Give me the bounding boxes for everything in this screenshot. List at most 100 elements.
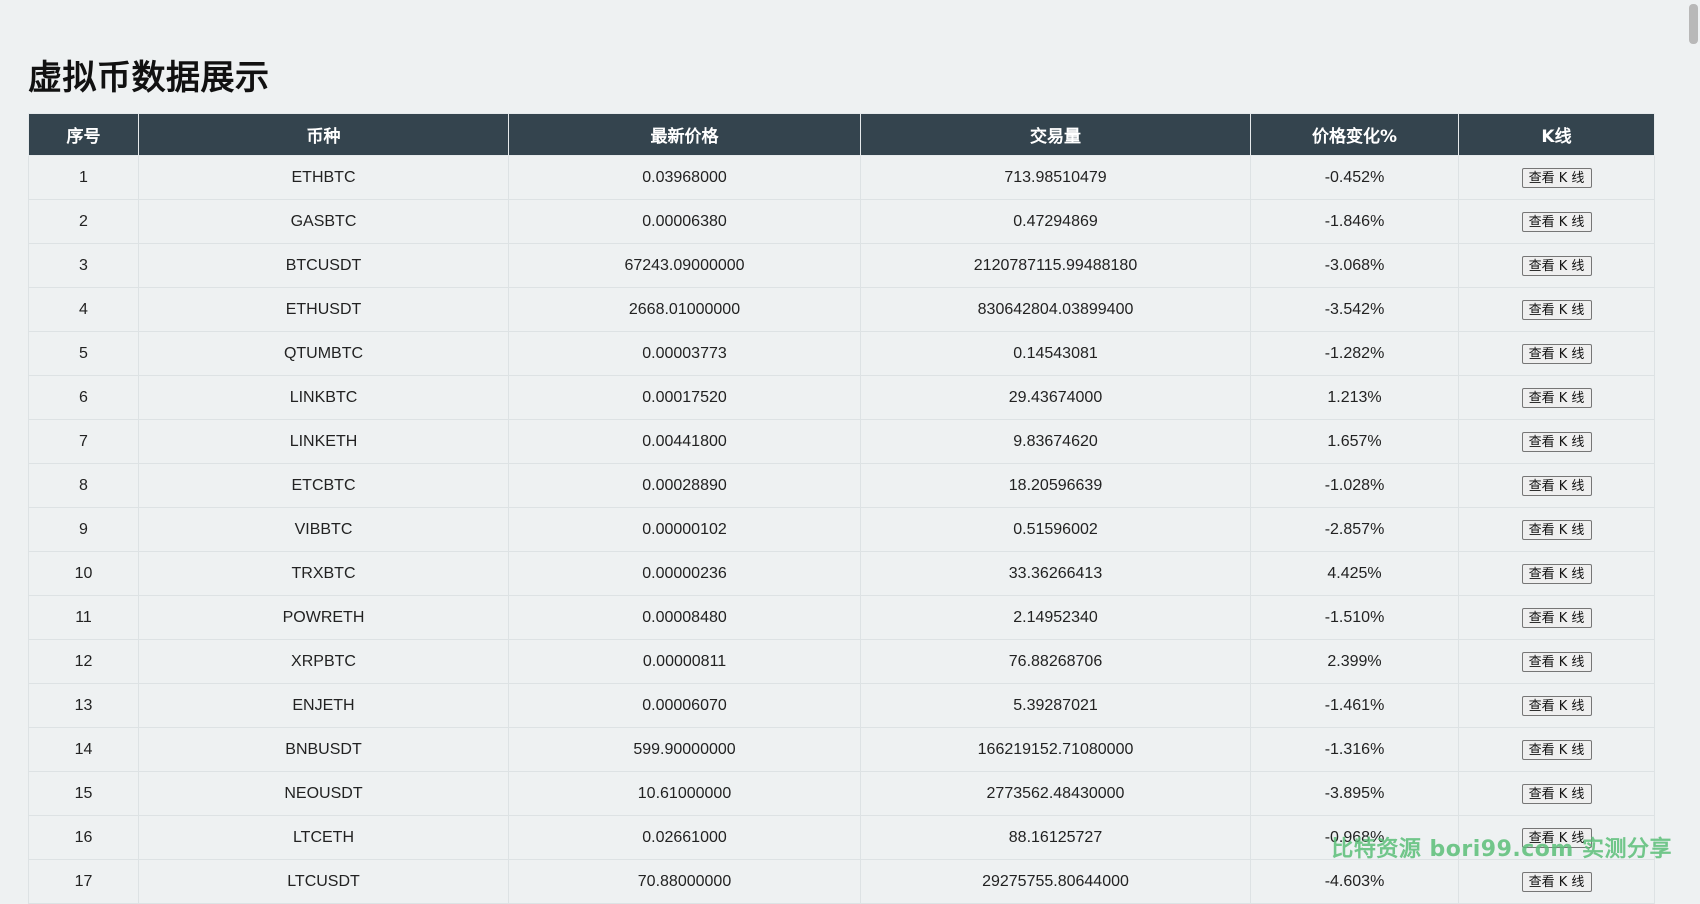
cell-index: 10 (28, 551, 139, 596)
table-row: 13 ENJETH 0.00006070 5.39287021 -1.461% 查看 K … (28, 683, 1655, 728)
cell-symbol: GASBTC (138, 199, 509, 244)
cell-index: 12 (28, 639, 139, 684)
header-symbol: 币种 (138, 113, 509, 156)
view-kline-button[interactable]: 查看 K 线 (1521, 607, 1592, 628)
cell-index: 8 (28, 463, 139, 508)
cell-symbol: LTCETH (138, 815, 509, 860)
cell-latest-price: 0.00006380 (508, 199, 861, 244)
view-kline-button[interactable]: 查看 K 线 (1521, 167, 1592, 188)
cell-price-change: -1.846% (1250, 199, 1459, 244)
cell-symbol: TRXBTC (138, 551, 509, 596)
view-kline-button[interactable]: 查看 K 线 (1521, 475, 1592, 496)
cell-kline: 查看 K 线 (1458, 287, 1655, 332)
cell-volume: 29.43674000 (860, 375, 1251, 420)
view-kline-button[interactable]: 查看 K 线 (1521, 211, 1592, 232)
view-kline-button[interactable]: 查看 K 线 (1521, 695, 1592, 716)
cell-symbol: ENJETH (138, 683, 509, 728)
view-kline-button[interactable]: 查看 K 线 (1521, 563, 1592, 584)
cell-symbol: ETCBTC (138, 463, 509, 508)
cell-index: 5 (28, 331, 139, 376)
cell-latest-price: 67243.09000000 (508, 243, 861, 288)
cell-index: 6 (28, 375, 139, 420)
cell-volume: 2.14952340 (860, 595, 1251, 640)
cell-volume: 2773562.48430000 (860, 771, 1251, 816)
view-kline-button[interactable]: 查看 K 线 (1521, 343, 1592, 364)
view-kline-button[interactable]: 查看 K 线 (1521, 255, 1592, 276)
cell-price-change: -1.316% (1250, 727, 1459, 772)
cell-index: 2 (28, 199, 139, 244)
cell-index: 4 (28, 287, 139, 332)
cell-price-change: -2.857% (1250, 507, 1459, 552)
view-kline-button[interactable]: 查看 K 线 (1521, 519, 1592, 540)
watermark-text: 比特资源 bori99.com 实测分享 (1331, 837, 1672, 862)
cell-latest-price: 0.00000811 (508, 639, 861, 684)
view-kline-button[interactable]: 查看 K 线 (1521, 651, 1592, 672)
header-price-change: 价格变化% (1250, 113, 1459, 156)
cell-volume: 713.98510479 (860, 155, 1251, 200)
view-kline-button[interactable]: 查看 K 线 (1521, 783, 1592, 804)
table-body: 1 ETHBTC 0.03968000 713.98510479 -0.452% 查看 K… (28, 155, 1655, 904)
cell-symbol: BTCUSDT (138, 243, 509, 288)
cell-latest-price: 2668.01000000 (508, 287, 861, 332)
cell-price-change: -1.510% (1250, 595, 1459, 640)
cell-price-change: -3.542% (1250, 287, 1459, 332)
table-row: 4 ETHUSDT 2668.01000000 830642804.03899400-… (28, 287, 1655, 332)
cell-price-change: 2.399% (1250, 639, 1459, 684)
cell-symbol: QTUMBTC (138, 331, 509, 376)
cell-index: 15 (28, 771, 139, 816)
table-row: 12 XRPBTC 0.00000811 76.88268706 2.399% 查看 K … (28, 639, 1655, 684)
view-kline-button[interactable]: 查看 K 线 (1521, 299, 1592, 320)
table-header-row: 序号 币种 最新价格 交易量 价格变化% K线 (28, 113, 1655, 156)
cell-kline: 查看 K 线 (1458, 463, 1655, 508)
cell-volume: 18.20596639 (860, 463, 1251, 508)
cell-latest-price: 10.61000000 (508, 771, 861, 816)
cell-latest-price: 599.90000000 (508, 727, 861, 772)
cell-volume: 0.51596002 (860, 507, 1251, 552)
cell-price-change: -1.028% (1250, 463, 1459, 508)
table-row: 15 NEOUSDT 10.61000000 2773562.48430000 -3.8… (28, 771, 1655, 816)
view-kline-button[interactable]: 查看 K 线 (1521, 431, 1592, 452)
cell-kline: 查看 K 线 (1458, 771, 1655, 816)
table-row: 1 ETHBTC 0.03968000 713.98510479 -0.452% 查看 K… (28, 155, 1655, 200)
crypto-data-table: 序号 币种 最新价格 交易量 价格变化% K线 1 ETHBTC 0.0396800… (28, 113, 1655, 904)
cell-price-change: -0.452% (1250, 155, 1459, 200)
cell-symbol: LTCUSDT (138, 859, 509, 904)
header-index: 序号 (28, 113, 139, 156)
table-row: 3 BTCUSDT 67243.09000000 2120787115.9948818… (28, 243, 1655, 288)
view-kline-button[interactable]: 查看 K 线 (1521, 739, 1592, 760)
table-row: 9 VIBBTC 0.00000102 0.51596002 -2.857% 查看 K 线 (28, 507, 1655, 552)
cell-symbol: LINKBTC (138, 375, 509, 420)
cell-symbol: BNBUSDT (138, 727, 509, 772)
cell-latest-price: 0.03968000 (508, 155, 861, 200)
header-volume: 交易量 (860, 113, 1251, 156)
cell-kline: 查看 K 线 (1458, 551, 1655, 596)
cell-latest-price: 0.00003773 (508, 331, 861, 376)
page-title: 虚拟币数据展示 (28, 58, 270, 98)
cell-volume: 166219152.71080000 (860, 727, 1251, 772)
cell-kline: 查看 K 线 (1458, 683, 1655, 728)
cell-symbol: VIBBTC (138, 507, 509, 552)
cell-kline: 查看 K 线 (1458, 595, 1655, 640)
cell-latest-price: 0.00000236 (508, 551, 861, 596)
cell-index: 13 (28, 683, 139, 728)
cell-index: 7 (28, 419, 139, 464)
cell-volume: 5.39287021 (860, 683, 1251, 728)
cell-latest-price: 0.00008480 (508, 595, 861, 640)
cell-index: 17 (28, 859, 139, 904)
view-kline-button[interactable]: 查看 K 线 (1521, 387, 1592, 408)
table-row: 7 LINKETH 0.00441800 9.83674620 1.657% 查看 K 线 (28, 419, 1655, 464)
vertical-scrollbar[interactable] (1686, 0, 1700, 889)
cell-index: 11 (28, 595, 139, 640)
cell-index: 3 (28, 243, 139, 288)
cell-latest-price: 0.00006070 (508, 683, 861, 728)
cell-index: 1 (28, 155, 139, 200)
cell-price-change: 1.213% (1250, 375, 1459, 420)
cell-price-change: -4.603% (1250, 859, 1459, 904)
cell-volume: 830642804.03899400 (860, 287, 1251, 332)
cell-symbol: ETHBTC (138, 155, 509, 200)
cell-volume: 9.83674620 (860, 419, 1251, 464)
scrollbar-thumb[interactable] (1689, 4, 1698, 44)
cell-latest-price: 0.00441800 (508, 419, 861, 464)
table-row: 14 BNBUSDT 599.90000000 166219152.71080000-… (28, 727, 1655, 772)
cell-symbol: LINKETH (138, 419, 509, 464)
